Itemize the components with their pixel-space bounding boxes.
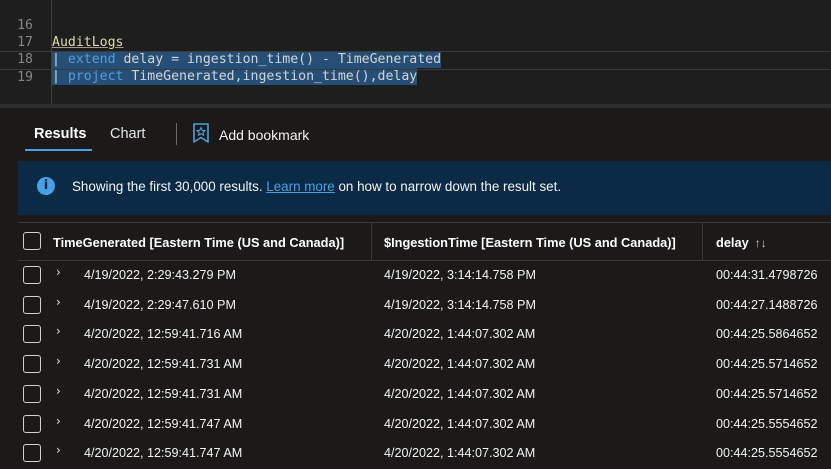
cell-delay: 00:44:25.5554652 — [716, 446, 818, 461]
line-number: 19 — [17, 70, 33, 85]
expression-token: TimeGenerated,ingestion_time(),delay — [123, 69, 418, 84]
cell-timegenerated: 4/20/2022, 12:59:41.731 AM — [84, 386, 243, 401]
cell-timegenerated: 4/19/2022, 2:29:47.610 PM — [84, 297, 236, 312]
add-bookmark-button[interactable]: Add bookmark — [192, 122, 310, 148]
expand-row-chevron-icon[interactable]: › — [56, 354, 61, 368]
cell-timegenerated: 4/20/2022, 12:59:41.747 AM — [84, 416, 243, 431]
expand-row-chevron-icon[interactable]: › — [56, 324, 61, 338]
cell-delay: 00:44:25.5554652 — [716, 416, 818, 431]
bookmark-star-icon — [192, 122, 210, 148]
expand-row-chevron-icon[interactable]: › — [56, 384, 61, 398]
cell-ingestiontime: 4/20/2022, 1:44:07.302 AM — [384, 327, 536, 342]
query-editor[interactable]: 16 AuditLogs 17 | extend delay = ingesti… — [0, 0, 831, 104]
cell-timegenerated: 4/19/2022, 2:29:43.279 PM — [84, 268, 236, 282]
info-icon: i — [37, 177, 55, 195]
column-header-ingestiontime[interactable]: $IngestionTime [Eastern Time (US and Can… — [384, 235, 676, 250]
table-row[interactable]: › 4/20/2022, 12:59:41.716 AM 4/20/2022, 1:… — [18, 320, 831, 350]
row-checkbox[interactable] — [23, 295, 41, 314]
column-header-delay-label: delay — [716, 235, 749, 250]
expand-row-chevron-icon[interactable]: › — [56, 295, 61, 309]
toolbar-divider — [176, 123, 177, 145]
learn-more-link[interactable]: Learn more — [266, 179, 334, 194]
code-line-19[interactable]: 19 — [0, 51, 831, 85]
cell-delay: 00:44:25.5714652 — [716, 357, 818, 372]
results-tabs: Results Chart Add bookmark — [0, 108, 831, 154]
row-checkbox[interactable] — [23, 384, 41, 403]
table-row[interactable]: › 4/20/2022, 12:59:41.747 AM 4/20/2022, 1:… — [18, 439, 831, 469]
expand-row-chevron-icon[interactable]: › — [56, 443, 61, 457]
cell-delay: 00:44:31.4798726 — [716, 268, 818, 282]
tab-chart[interactable]: Chart — [110, 126, 145, 142]
row-checkbox[interactable] — [23, 444, 41, 463]
expand-row-chevron-icon[interactable]: › — [56, 414, 61, 428]
cell-ingestiontime: 4/20/2022, 1:44:07.302 AM — [384, 416, 536, 431]
cell-ingestiontime: 4/19/2022, 3:14:14.758 PM — [384, 297, 536, 312]
cell-delay: 00:44:27.1488726 — [716, 297, 818, 312]
table-row[interactable]: › 4/19/2022, 2:29:47.610 PM 4/19/2022, 3:1… — [18, 291, 831, 321]
info-banner: i Showing the first 30,000 results. Lear… — [18, 161, 831, 215]
code-line-17[interactable]: 17 | extend delay = ingestion_time() - T… — [0, 17, 831, 68]
row-checkbox[interactable] — [23, 266, 41, 284]
row-checkbox[interactable] — [23, 325, 41, 344]
row-checkbox[interactable] — [23, 414, 41, 433]
row-checkbox[interactable] — [23, 355, 41, 374]
cell-ingestiontime: 4/20/2022, 1:44:07.302 AM — [384, 446, 536, 461]
cell-timegenerated: 4/20/2022, 12:59:41.716 AM — [84, 327, 243, 342]
info-text-end: on how to narrow down the result set. — [334, 179, 562, 194]
code-line-18[interactable]: 18 | project TimeGenerated,ingestion_tim… — [0, 34, 831, 85]
active-tab-indicator — [25, 149, 92, 151]
table-row[interactable]: › 4/20/2022, 12:59:41.731 AM 4/20/2022, 1:… — [18, 350, 831, 380]
cell-delay: 00:44:25.5864652 — [716, 327, 818, 342]
cell-timegenerated: 4/20/2022, 12:59:41.747 AM — [84, 446, 243, 461]
pipe-token: | — [52, 69, 68, 84]
cell-ingestiontime: 4/19/2022, 3:14:14.758 PM — [384, 268, 536, 282]
tab-results[interactable]: Results — [34, 126, 86, 142]
table-row[interactable]: › 4/20/2022, 12:59:41.731 AM 4/20/2022, 1:… — [18, 380, 831, 410]
results-panel: Results Chart Add bookmark i Showing the… — [0, 108, 831, 469]
table-row[interactable]: › 4/20/2022, 12:59:41.747 AM 4/20/2022, 1:… — [18, 410, 831, 440]
cell-ingestiontime: 4/20/2022, 1:44:07.302 AM — [384, 357, 536, 372]
info-text-start: Showing the first 30,000 results. — [72, 179, 267, 194]
cell-ingestiontime: 4/20/2022, 1:44:07.302 AM — [384, 386, 536, 401]
results-grid: TimeGenerated [Eastern Time (US and Cana… — [18, 222, 831, 469]
expand-row-chevron-icon[interactable]: › — [56, 265, 61, 279]
cell-delay: 00:44:25.5714652 — [716, 386, 818, 401]
column-header-delay[interactable]: delay ↑↓ — [716, 235, 767, 250]
select-all-checkbox[interactable] — [23, 232, 41, 250]
code-line-16[interactable]: 16 AuditLogs — [0, 0, 831, 50]
sort-icon[interactable]: ↑↓ — [755, 236, 767, 250]
column-divider[interactable] — [371, 223, 372, 261]
cell-timegenerated: 4/20/2022, 12:59:41.731 AM — [84, 357, 243, 372]
column-divider[interactable] — [702, 223, 703, 261]
add-bookmark-label: Add bookmark — [219, 127, 310, 143]
grid-header: TimeGenerated [Eastern Time (US and Cana… — [18, 223, 831, 261]
column-header-timegenerated[interactable]: TimeGenerated [Eastern Time (US and Cana… — [53, 235, 344, 250]
keyword-token: project — [67, 69, 124, 84]
table-row[interactable]: › 4/19/2022, 2:29:43.279 PM 4/19/2022, 3:1… — [18, 261, 831, 291]
info-message: Showing the first 30,000 results. Learn … — [72, 179, 561, 194]
